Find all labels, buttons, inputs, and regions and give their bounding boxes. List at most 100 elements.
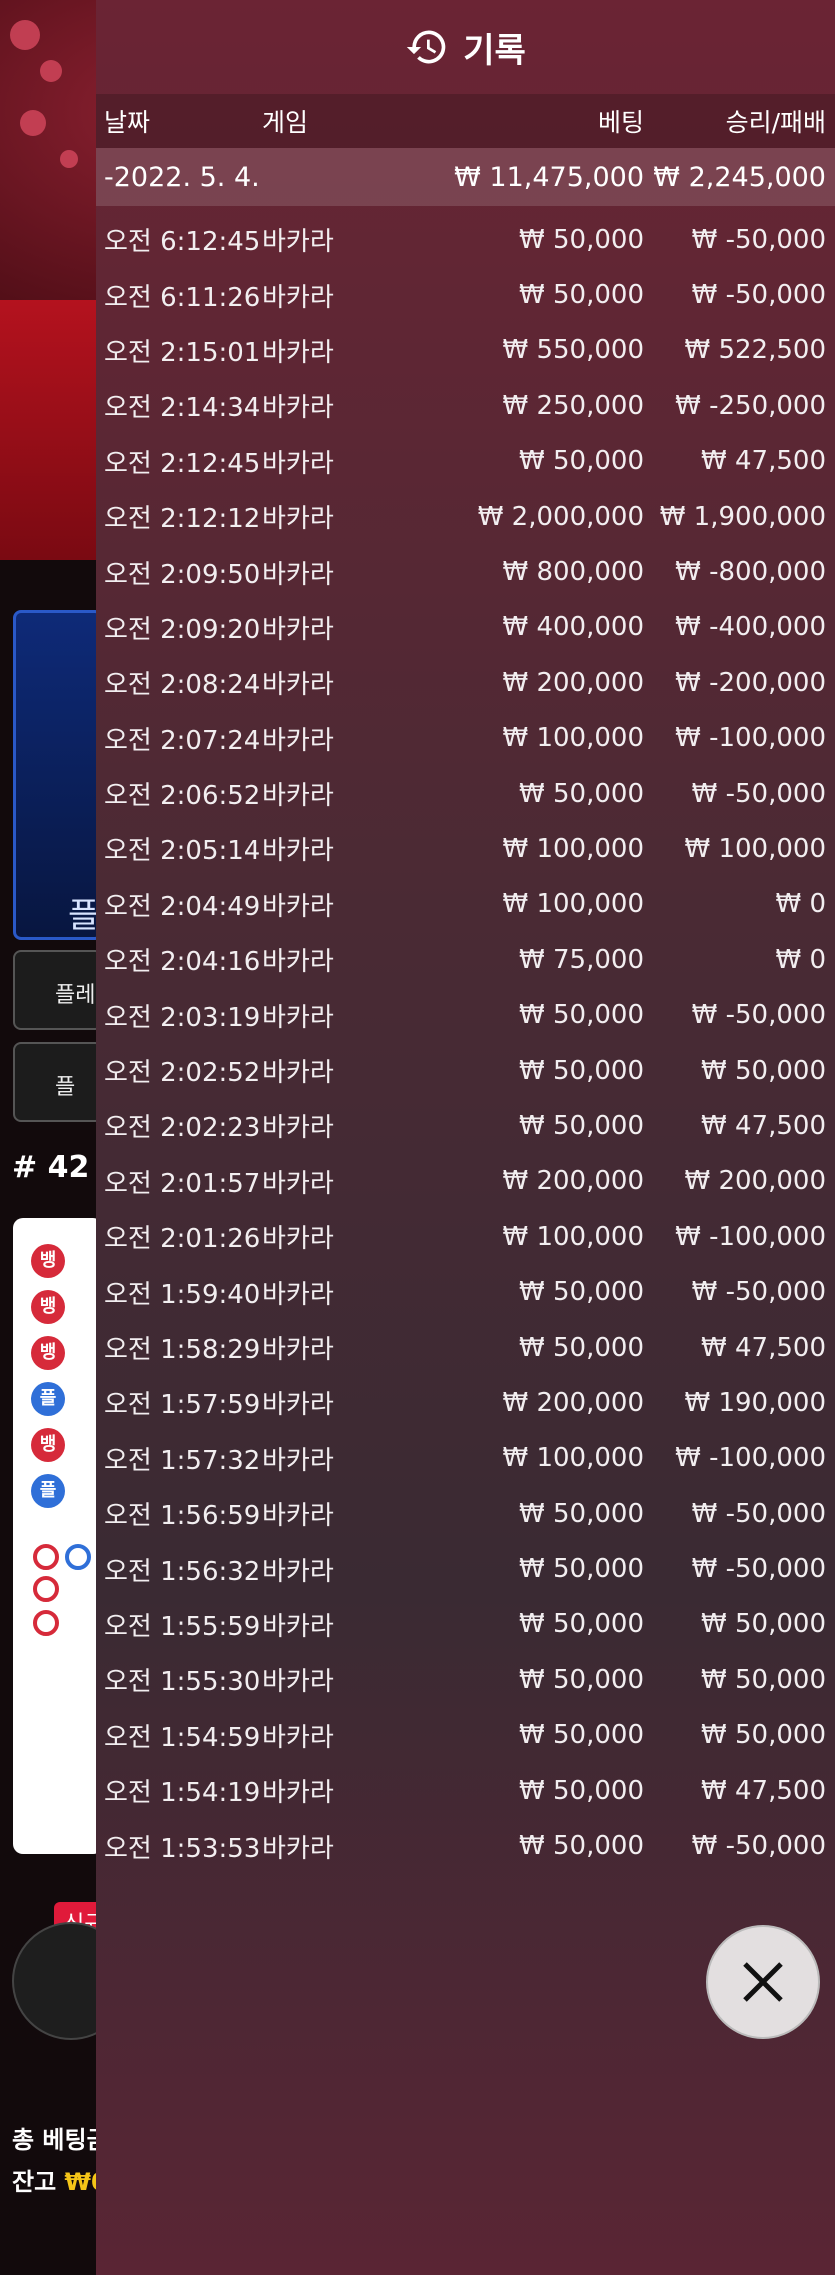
- row-result: ₩ 50,000: [701, 1055, 826, 1086]
- row-result: ₩ 50,000: [701, 1720, 826, 1751]
- row-result: ₩ 190,000: [684, 1387, 827, 1418]
- row-time: 오전 1:55:59: [104, 1611, 261, 1642]
- row-bet: ₩ 50,000: [519, 1609, 644, 1640]
- row-time: 오전 2:04:49: [104, 891, 261, 922]
- table-row[interactable]: 오전 2:12:45 바카라 ₩ 50,000 ₩ 47,500: [96, 434, 835, 489]
- table-row[interactable]: 오전 6:12:45 바카라 ₩ 50,000 ₩ -50,000: [96, 212, 835, 267]
- row-result: ₩ -100,000: [675, 723, 826, 754]
- date-summary-row[interactable]: -2022. 5. 4. ₩ 11,475,000 ₩ 2,245,000: [96, 148, 835, 206]
- table-row[interactable]: 오전 2:01:57 바카라 ₩ 200,000 ₩ 200,000: [96, 1154, 835, 1209]
- table-row[interactable]: 오전 2:09:20 바카라 ₩ 400,000 ₩ -400,000: [96, 600, 835, 655]
- big-road-ring: [33, 1576, 59, 1602]
- col-game: 게임: [262, 108, 309, 137]
- row-time: 오전 1:59:40: [104, 1279, 261, 1310]
- row-result: ₩ -100,000: [675, 1221, 826, 1252]
- row-bet: ₩ 100,000: [502, 833, 645, 864]
- row-bet: ₩ 100,000: [502, 889, 645, 920]
- table-row[interactable]: 오전 2:05:14 바카라 ₩ 100,000 ₩ 100,000: [96, 821, 835, 876]
- row-time: 오전 2:15:01: [104, 337, 261, 368]
- row-result: ₩ 47,500: [701, 1110, 826, 1141]
- row-result: ₩ 50,000: [701, 1609, 826, 1640]
- table-row[interactable]: 오전 2:01:26 바카라 ₩ 100,000 ₩ -100,000: [96, 1209, 835, 1264]
- row-game: 바카라: [262, 393, 334, 424]
- row-game: 바카라: [262, 448, 334, 479]
- row-game: 바카라: [262, 614, 334, 645]
- summary-bet: ₩ 11,475,000: [454, 161, 644, 193]
- table-row[interactable]: 오전 2:04:49 바카라 ₩ 100,000 ₩ 0: [96, 877, 835, 932]
- table-row[interactable]: 오전 1:58:29 바카라 ₩ 50,000 ₩ 47,500: [96, 1320, 835, 1375]
- big-road-ring: [33, 1610, 59, 1636]
- table-row[interactable]: 오전 2:02:52 바카라 ₩ 50,000 ₩ 50,000: [96, 1043, 835, 1098]
- row-time: 오전 1:54:19: [104, 1778, 261, 1809]
- row-bet: ₩ 50,000: [519, 778, 644, 809]
- row-game: 바카라: [262, 1445, 334, 1476]
- row-time: 오전 2:12:45: [104, 448, 261, 479]
- row-bet: ₩ 50,000: [519, 1498, 644, 1529]
- road-dot: 뱅: [31, 1290, 65, 1324]
- row-bet: ₩ 50,000: [519, 1554, 644, 1585]
- row-bet: ₩ 800,000: [502, 557, 645, 588]
- summary-date: -2022. 5. 4.: [104, 161, 260, 193]
- big-road-ring: [65, 1544, 91, 1570]
- row-game: 바카라: [262, 1501, 334, 1532]
- table-row[interactable]: 오전 1:59:40 바카라 ₩ 50,000 ₩ -50,000: [96, 1264, 835, 1319]
- row-bet: ₩ 50,000: [519, 1000, 644, 1031]
- row-game: 바카라: [262, 1168, 334, 1199]
- row-bet: ₩ 50,000: [519, 1720, 644, 1751]
- row-time: 오전 1:53:53: [104, 1833, 261, 1864]
- table-row[interactable]: 오전 2:15:01 바카라 ₩ 550,000 ₩ 522,500: [96, 323, 835, 378]
- row-game: 바카라: [262, 1667, 334, 1698]
- table-row[interactable]: 오전 2:08:24 바카라 ₩ 200,000 ₩ -200,000: [96, 655, 835, 710]
- table-row[interactable]: 오전 2:04:16 바카라 ₩ 75,000 ₩ 0: [96, 932, 835, 987]
- row-time: 오전 2:08:24: [104, 670, 261, 701]
- row-game: 바카라: [262, 1390, 334, 1421]
- table-row[interactable]: 오전 1:53:53 바카라 ₩ 50,000 ₩ -50,000: [96, 1818, 835, 1873]
- player-bet-label: 플: [68, 896, 100, 936]
- table-row[interactable]: 오전 2:07:24 바카라 ₩ 100,000 ₩ -100,000: [96, 711, 835, 766]
- row-game: 바카라: [262, 781, 334, 812]
- table-row[interactable]: 오전 1:55:59 바카라 ₩ 50,000 ₩ 50,000: [96, 1597, 835, 1652]
- table-row[interactable]: 오전 6:11:26 바카라 ₩ 50,000 ₩ -50,000: [96, 267, 835, 322]
- row-game: 바카라: [262, 1279, 334, 1310]
- table-row[interactable]: 오전 2:12:12 바카라 ₩ 2,000,000 ₩ 1,900,000: [96, 489, 835, 544]
- row-bet: ₩ 50,000: [519, 1055, 644, 1086]
- row-time: 오전 1:54:59: [104, 1722, 261, 1753]
- table-row[interactable]: 오전 1:57:59 바카라 ₩ 200,000 ₩ 190,000: [96, 1375, 835, 1430]
- row-game: 바카라: [262, 504, 334, 535]
- road-dot: 뱅: [31, 1244, 65, 1278]
- row-game: 바카라: [262, 282, 334, 313]
- table-row[interactable]: 오전 1:56:32 바카라 ₩ 50,000 ₩ -50,000: [96, 1541, 835, 1596]
- row-game: 바카라: [262, 1224, 334, 1255]
- table-row[interactable]: 오전 2:06:52 바카라 ₩ 50,000 ₩ -50,000: [96, 766, 835, 821]
- row-result: ₩ -800,000: [675, 557, 826, 588]
- table-row[interactable]: 오전 1:57:32 바카라 ₩ 100,000 ₩ -100,000: [96, 1431, 835, 1486]
- row-result: ₩ 1,900,000: [659, 501, 826, 532]
- road-dot: 플: [31, 1382, 65, 1416]
- row-result: ₩ -50,000: [691, 1000, 826, 1031]
- player-bonus-button[interactable]: 플: [13, 1042, 103, 1122]
- row-bet: ₩ 100,000: [502, 1221, 645, 1252]
- row-time: 오전 1:55:30: [104, 1667, 261, 1698]
- close-button[interactable]: [706, 1925, 820, 2039]
- table-row[interactable]: 오전 1:54:59 바카라 ₩ 50,000 ₩ 50,000: [96, 1708, 835, 1763]
- player-pair-button[interactable]: 플레: [13, 950, 103, 1030]
- row-bet: ₩ 50,000: [519, 1831, 644, 1862]
- row-bet: ₩ 200,000: [502, 667, 645, 698]
- row-game: 바카라: [262, 1002, 334, 1033]
- row-time: 오전 6:11:26: [104, 282, 261, 313]
- row-game: 바카라: [262, 670, 334, 701]
- row-game: 바카라: [262, 1556, 334, 1587]
- table-row[interactable]: 오전 2:14:34 바카라 ₩ 250,000 ₩ -250,000: [96, 378, 835, 433]
- table-row[interactable]: 오전 1:56:59 바카라 ₩ 50,000 ₩ -50,000: [96, 1486, 835, 1541]
- table-row[interactable]: 오전 1:55:30 바카라 ₩ 50,000 ₩ 50,000: [96, 1652, 835, 1707]
- table-row[interactable]: 오전 1:54:19 바카라 ₩ 50,000 ₩ 47,500: [96, 1763, 835, 1818]
- table-row[interactable]: 오전 2:02:23 바카라 ₩ 50,000 ₩ 47,500: [96, 1098, 835, 1153]
- row-time: 오전 2:02:23: [104, 1113, 261, 1144]
- road-dot: 뱅: [31, 1336, 65, 1370]
- row-result: ₩ -50,000: [691, 280, 826, 311]
- table-row[interactable]: 오전 2:03:19 바카라 ₩ 50,000 ₩ -50,000: [96, 987, 835, 1042]
- row-bet: ₩ 250,000: [502, 390, 645, 421]
- player-bet-area[interactable]: 플: [13, 610, 103, 940]
- table-row[interactable]: 오전 2:09:50 바카라 ₩ 800,000 ₩ -800,000: [96, 544, 835, 599]
- row-bet: ₩ 50,000: [519, 446, 644, 477]
